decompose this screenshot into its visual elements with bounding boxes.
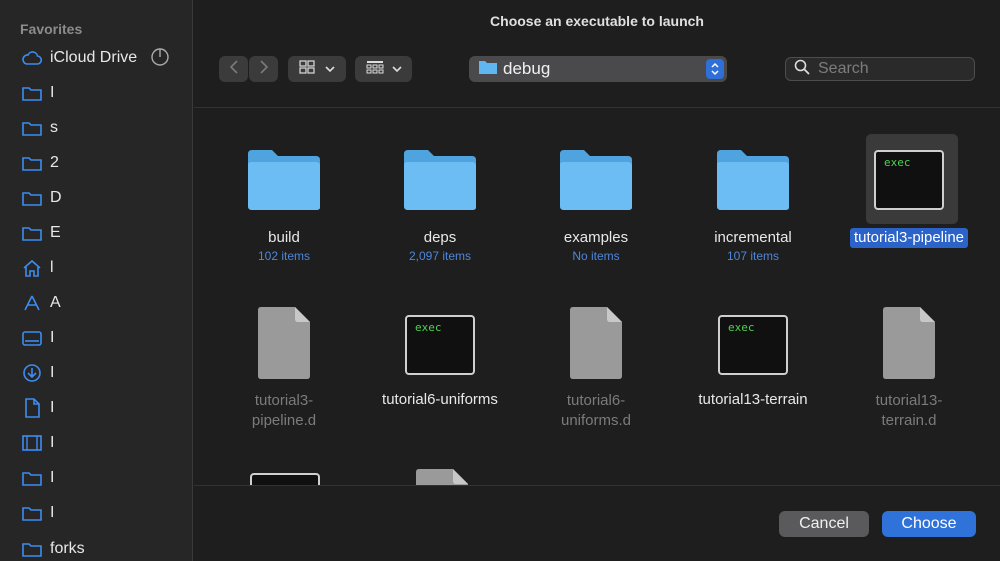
up-down-chevron-icon bbox=[706, 59, 724, 79]
executable-icon bbox=[250, 473, 320, 485]
document-icon bbox=[22, 398, 42, 418]
sidebar-item-label: iCloud Drive bbox=[50, 49, 138, 66]
file-name: examples bbox=[563, 229, 629, 246]
document-icon bbox=[244, 303, 324, 383]
sidebar-item-label: I bbox=[50, 399, 55, 416]
executable-icon: exec bbox=[400, 305, 480, 385]
file-name: build bbox=[268, 229, 300, 246]
file-item-partial-exec[interactable] bbox=[250, 473, 320, 485]
applications-icon bbox=[22, 293, 42, 313]
file-name: tutorial6- uniforms.d bbox=[560, 392, 632, 429]
downloads-icon bbox=[22, 363, 42, 383]
home-icon bbox=[22, 258, 42, 278]
dialog-title: Choose an executable to launch bbox=[490, 13, 704, 29]
sidebar-item-label: 2 bbox=[50, 154, 59, 171]
file-browser: Choose an executable to launch debug bui… bbox=[194, 0, 1000, 561]
sidebar-item-documents[interactable]: I bbox=[0, 393, 192, 423]
folder-icon bbox=[22, 118, 42, 138]
chevron-down-icon bbox=[391, 60, 402, 78]
sidebar-item-folder-2[interactable]: s bbox=[0, 113, 192, 143]
choose-button[interactable]: Choose bbox=[882, 511, 976, 537]
toolbar-divider bbox=[194, 107, 1000, 108]
file-name: tutorial3-pipeline bbox=[849, 228, 969, 248]
search-icon bbox=[794, 59, 810, 80]
sidebar-item-label: s bbox=[50, 119, 58, 136]
file-name: tutorial3- pipeline.d bbox=[251, 392, 317, 429]
grid-icon bbox=[299, 59, 315, 79]
group-grid-icon bbox=[366, 60, 384, 79]
file-name: tutorial13- terrain.d bbox=[875, 392, 943, 429]
sidebar: Favorites iCloud Drive I s 2 D E l A I I… bbox=[0, 0, 193, 561]
folder-icon bbox=[22, 223, 42, 243]
file-item-count: No items bbox=[572, 249, 620, 263]
sidebar-item-label: l bbox=[50, 259, 54, 276]
sidebar-header: Favorites bbox=[20, 21, 83, 37]
document-icon bbox=[869, 303, 949, 383]
executable-icon: exec bbox=[869, 140, 949, 220]
sidebar-item-home[interactable]: l bbox=[0, 253, 192, 283]
sidebar-item-downloads[interactable]: I bbox=[0, 358, 192, 388]
sidebar-item-label: E bbox=[50, 224, 61, 241]
folder-icon bbox=[244, 140, 324, 220]
file-name: deps bbox=[423, 229, 457, 246]
film-icon bbox=[22, 433, 42, 453]
executable-icon: exec bbox=[713, 305, 793, 385]
path-label: debug bbox=[503, 59, 551, 78]
sidebar-item-movies[interactable]: I bbox=[0, 428, 192, 458]
sidebar-item-forks[interactable]: forks bbox=[0, 534, 192, 561]
cloud-icon bbox=[22, 48, 42, 68]
back-button[interactable] bbox=[219, 56, 248, 82]
sidebar-item-folder-3[interactable]: 2 bbox=[0, 148, 192, 178]
sidebar-item-folder-7[interactable]: I bbox=[0, 498, 192, 528]
view-mode-button[interactable] bbox=[288, 56, 346, 82]
desktop-icon bbox=[22, 328, 42, 348]
sidebar-item-label: I bbox=[50, 329, 55, 346]
chevron-right-icon bbox=[259, 59, 269, 79]
folder-icon bbox=[22, 503, 42, 523]
sidebar-item-label: I bbox=[50, 434, 55, 451]
sidebar-item-applications[interactable]: A bbox=[0, 288, 192, 318]
chevron-down-icon bbox=[325, 60, 335, 78]
folder-icon bbox=[22, 83, 42, 103]
folder-icon bbox=[713, 140, 793, 220]
folder-icon bbox=[479, 59, 497, 79]
sidebar-item-label: D bbox=[50, 189, 62, 206]
sidebar-item-label: A bbox=[50, 294, 61, 311]
forward-button[interactable] bbox=[249, 56, 278, 82]
folder-icon bbox=[400, 140, 480, 220]
document-icon bbox=[416, 469, 468, 485]
document-icon bbox=[556, 303, 636, 383]
sidebar-item-folder-6[interactable]: I bbox=[0, 463, 192, 493]
sidebar-item-desktop[interactable]: I bbox=[0, 323, 192, 353]
cancel-button[interactable]: Cancel bbox=[779, 511, 869, 537]
sidebar-item-label: forks bbox=[50, 540, 85, 557]
file-item-count: 107 items bbox=[726, 249, 780, 263]
folder-icon bbox=[22, 188, 42, 208]
search-field[interactable] bbox=[785, 57, 975, 81]
path-popup[interactable]: debug bbox=[469, 56, 727, 82]
file-name: incremental bbox=[714, 229, 792, 246]
file-item-count: 102 items bbox=[257, 249, 311, 263]
sync-progress-icon bbox=[150, 47, 170, 72]
sidebar-item-label: I bbox=[50, 504, 55, 521]
sidebar-item-label: I bbox=[50, 469, 55, 486]
sidebar-item-folder-4[interactable]: D bbox=[0, 183, 192, 213]
sidebar-item-folder-5[interactable]: E bbox=[0, 218, 192, 248]
file-item-count: 2,097 items bbox=[408, 249, 472, 263]
chevron-left-icon bbox=[229, 59, 239, 79]
folder-icon bbox=[556, 140, 636, 220]
file-name: tutorial13-terrain bbox=[698, 391, 808, 408]
group-by-button[interactable] bbox=[355, 56, 412, 82]
sidebar-item-label: I bbox=[50, 364, 55, 381]
folder-icon bbox=[22, 153, 42, 173]
folder-icon bbox=[22, 539, 42, 559]
sidebar-item-folder-1[interactable]: I bbox=[0, 78, 192, 108]
file-item-partial-doc[interactable] bbox=[414, 468, 470, 485]
search-input[interactable] bbox=[818, 60, 958, 78]
folder-icon bbox=[22, 468, 42, 488]
sidebar-item-label: I bbox=[50, 84, 55, 101]
footer-divider bbox=[194, 485, 1000, 486]
file-name: tutorial6-uniforms bbox=[382, 391, 498, 408]
nav-buttons bbox=[219, 56, 279, 82]
